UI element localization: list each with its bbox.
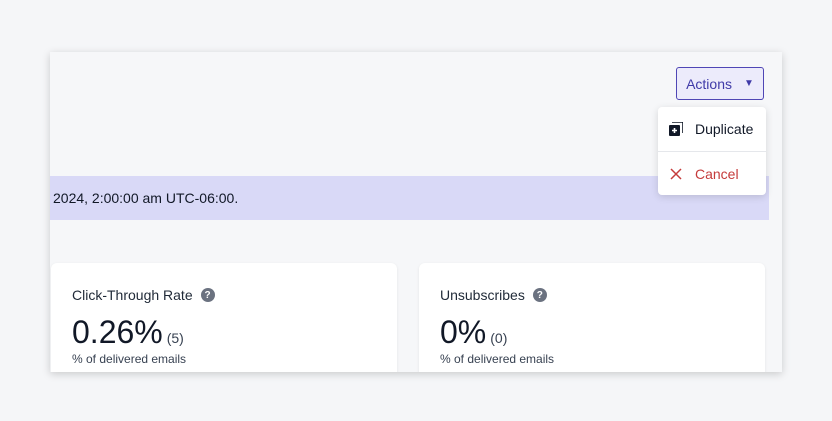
menu-item-label: Cancel	[695, 165, 739, 182]
card-title-row: Unsubscribes ?	[440, 287, 547, 303]
actions-menu: Duplicate Cancel	[658, 107, 766, 195]
metric-subtitle: % of delivered emails	[440, 352, 555, 366]
metric-value: 0%	[440, 314, 487, 350]
metric-count: (0)	[490, 330, 508, 346]
card-title: Unsubscribes	[440, 287, 525, 303]
help-icon[interactable]: ?	[200, 288, 215, 302]
campaign-panel: Actions ▼ 2024, 2:00:00 am UTC-06:00. Du…	[50, 52, 782, 372]
metric-row: 0% (0)	[440, 314, 507, 351]
actions-button[interactable]: Actions ▼	[676, 67, 764, 100]
help-icon[interactable]: ?	[532, 288, 547, 302]
close-icon	[669, 167, 683, 181]
unsubscribes-card: Unsubscribes ? 0% (0) % of delivered ema…	[419, 263, 765, 372]
card-title-row: Click-Through Rate ?	[72, 287, 215, 303]
menu-item-label: Duplicate	[695, 121, 754, 137]
click-through-rate-card: Click-Through Rate ? 0.26% (5) % of deli…	[51, 263, 397, 372]
duplicate-icon	[669, 121, 684, 136]
caret-down-icon: ▼	[744, 78, 754, 89]
actions-label: Actions	[686, 75, 732, 92]
metric-value: 0.26%	[72, 314, 163, 350]
metric-subtitle: % of delivered emails	[72, 352, 187, 366]
card-title: Click-Through Rate	[72, 287, 193, 303]
banner-text: 2024, 2:00:00 am UTC-06:00.	[53, 190, 239, 206]
metric-row: 0.26% (5)	[72, 314, 184, 351]
menu-item-cancel[interactable]: Cancel	[658, 151, 766, 195]
metric-count: (5)	[166, 330, 184, 346]
menu-item-duplicate[interactable]: Duplicate	[658, 107, 766, 151]
